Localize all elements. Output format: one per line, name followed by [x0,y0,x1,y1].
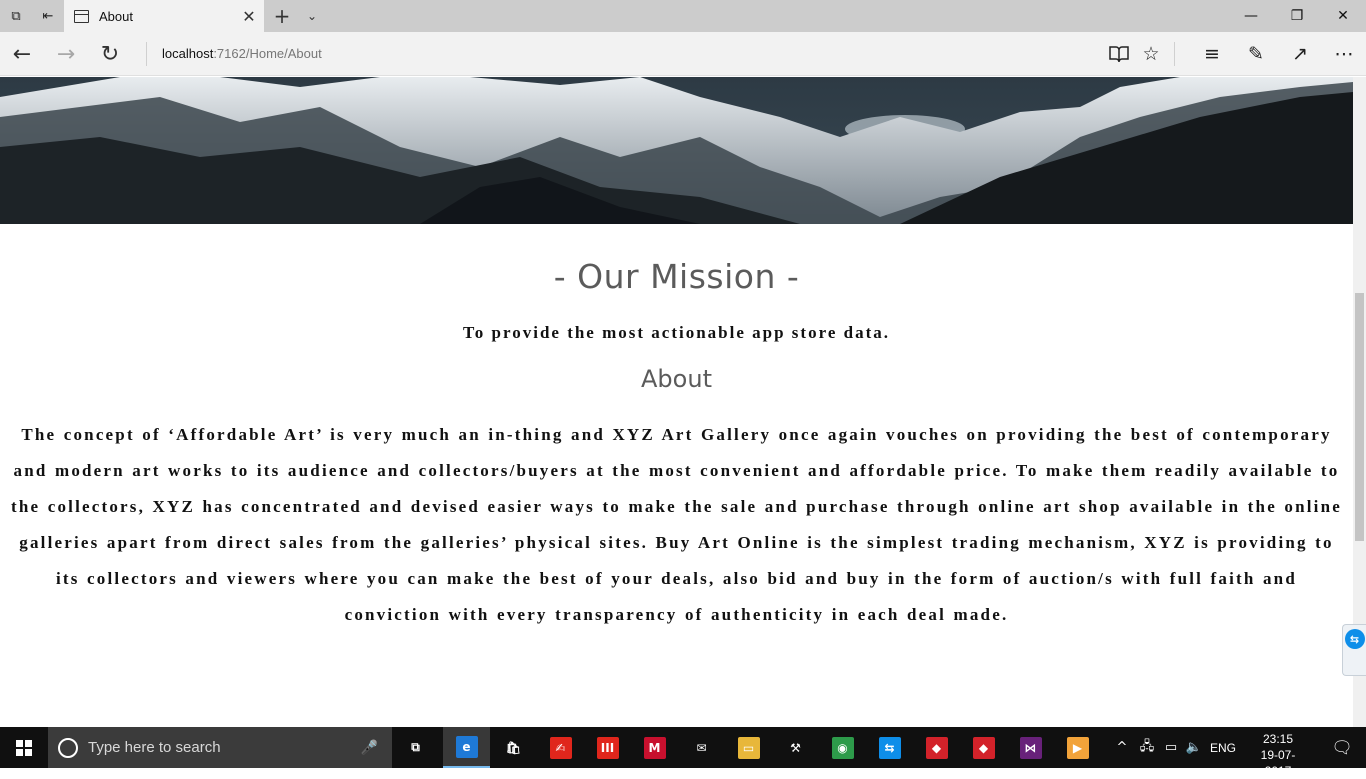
teamviewer-quickconnect-tab[interactable]: ⇆ [1342,624,1366,676]
new-tab-button[interactable]: + [268,0,296,32]
address-bar[interactable]: localhost:7162/Home/About [162,46,322,61]
action-center-icon[interactable]: 🗨 [1318,727,1366,768]
about-paragraph: The concept of ‘Affordable Art’ is very … [11,425,1342,624]
cortana-icon [58,737,78,758]
windows-logo-icon [16,739,32,756]
taskbar-app-teamviewer[interactable]: ⇆ [866,727,913,768]
back-button[interactable]: ← [0,32,44,76]
page-content: - Our Mission - To provide the most acti… [0,77,1353,727]
clock-time: 23:15 [1262,732,1294,746]
store-icon: 🛍 [502,736,525,759]
taskbar-app-store[interactable]: 🛍 [490,727,537,768]
language-indicator[interactable]: ENG [1207,727,1239,768]
taskbar-app-task-view[interactable]: ⧉ [392,727,439,768]
mcafee-icon: M [643,736,666,759]
tab-preview-chevron-icon[interactable]: ⌄ [300,0,324,32]
show-hidden-icons-chevron[interactable]: ^ [1113,727,1131,768]
taskbar-app-file-explorer[interactable]: ▭ [725,727,772,768]
taskbar-app-app-red-pen[interactable]: ✍ [537,727,584,768]
volume-icon[interactable]: 🔈 [1184,727,1204,768]
taskbar-app-chrome[interactable]: ◉ [819,727,866,768]
taskbar-app-visual-studio[interactable]: ⋈ [1007,727,1054,768]
mountain-hero-image [0,77,1353,224]
battery-icon[interactable]: ▭ [1161,727,1181,768]
clock-date: 19-07-2017 [1260,748,1296,778]
taskbar-app-app-red-diamond[interactable]: ◆ [913,727,960,768]
search-placeholder: Type here to search [88,739,221,756]
browser-tab-about[interactable]: About ✕ [64,0,264,32]
about-heading: About [641,365,712,393]
app-red-diamond-2-icon: ◆ [972,736,995,759]
taskbar-app-app-red-bars[interactable]: III [584,727,631,768]
more-icon[interactable]: ⋯ [1322,32,1366,76]
app-red-bars-icon: III [596,736,619,759]
restore-button[interactable]: ❐ [1274,0,1320,32]
taskbar-app-mcafee[interactable]: M [631,727,678,768]
taskbar-search-box[interactable]: Type here to search 🎤 [48,727,392,768]
forward-button[interactable]: → [44,32,88,76]
app-red-pen-icon: ✍ [549,736,572,759]
page-icon [74,9,89,23]
scrollbar-thumb[interactable] [1355,293,1364,541]
set-tabs-aside-icon[interactable]: ⧉ [0,0,32,32]
hub-icon[interactable]: ≡ [1190,32,1234,76]
file-explorer-icon: ▭ [737,736,760,759]
start-button[interactable] [0,727,48,768]
mission-heading: - Our Mission - [553,257,800,296]
microphone-icon[interactable]: 🎤 [361,740,378,756]
share-icon[interactable]: ↗ [1278,32,1322,76]
media-player-icon: ▶ [1066,736,1089,759]
minimize-button[interactable]: — [1228,0,1274,32]
taskbar-app-app-red-diamond-2[interactable]: ◆ [960,727,1007,768]
taskbar-app-mail[interactable]: ✉ [678,727,725,768]
navigation-bar: ← → ↻ localhost:7162/Home/About ☆ ≡ ✎ ↗ … [0,32,1366,76]
title-bar: ⧉ ⇤ About ✕ + ⌄ — ❐ ✕ [0,0,1366,32]
tools-icon: ⚒ [784,736,807,759]
task-view-icon: ⧉ [404,736,427,759]
address-separator [146,42,147,66]
show-tabs-aside-icon[interactable]: ⇤ [32,0,64,32]
visual-studio-icon: ⋈ [1019,736,1042,759]
refresh-button[interactable]: ↻ [88,32,132,76]
network-icon[interactable]: 🖧 [1137,727,1157,768]
system-clock[interactable]: 23:15 19-07-2017 [1250,731,1306,779]
tab-close-icon[interactable]: ✕ [234,7,264,26]
mail-icon: ✉ [690,736,713,759]
taskbar-app-tools[interactable]: ⚒ [772,727,819,768]
taskbar-app-edge[interactable]: e [443,727,490,768]
teamviewer-icon: ⇆ [1344,629,1365,649]
favorite-star-icon[interactable]: ☆ [1129,32,1173,76]
web-note-icon[interactable]: ✎ [1234,32,1278,76]
mission-statement: To provide the most actionable app store… [463,323,890,342]
url-host: localhost [162,46,214,61]
windows-taskbar: Type here to search 🎤 ^ 🖧 ▭ 🔈 ENG 23:15 … [0,727,1366,778]
teamviewer-icon: ⇆ [878,736,901,759]
url-path: :7162/Home/About [213,46,322,61]
chrome-icon: ◉ [831,736,854,759]
close-window-button[interactable]: ✕ [1320,0,1366,32]
taskbar-app-media-player[interactable]: ▶ [1054,727,1101,768]
tab-title: About [99,8,133,24]
toolbar-separator [1174,42,1175,66]
app-red-diamond-icon: ◆ [925,736,948,759]
edge-icon: e [455,735,478,758]
